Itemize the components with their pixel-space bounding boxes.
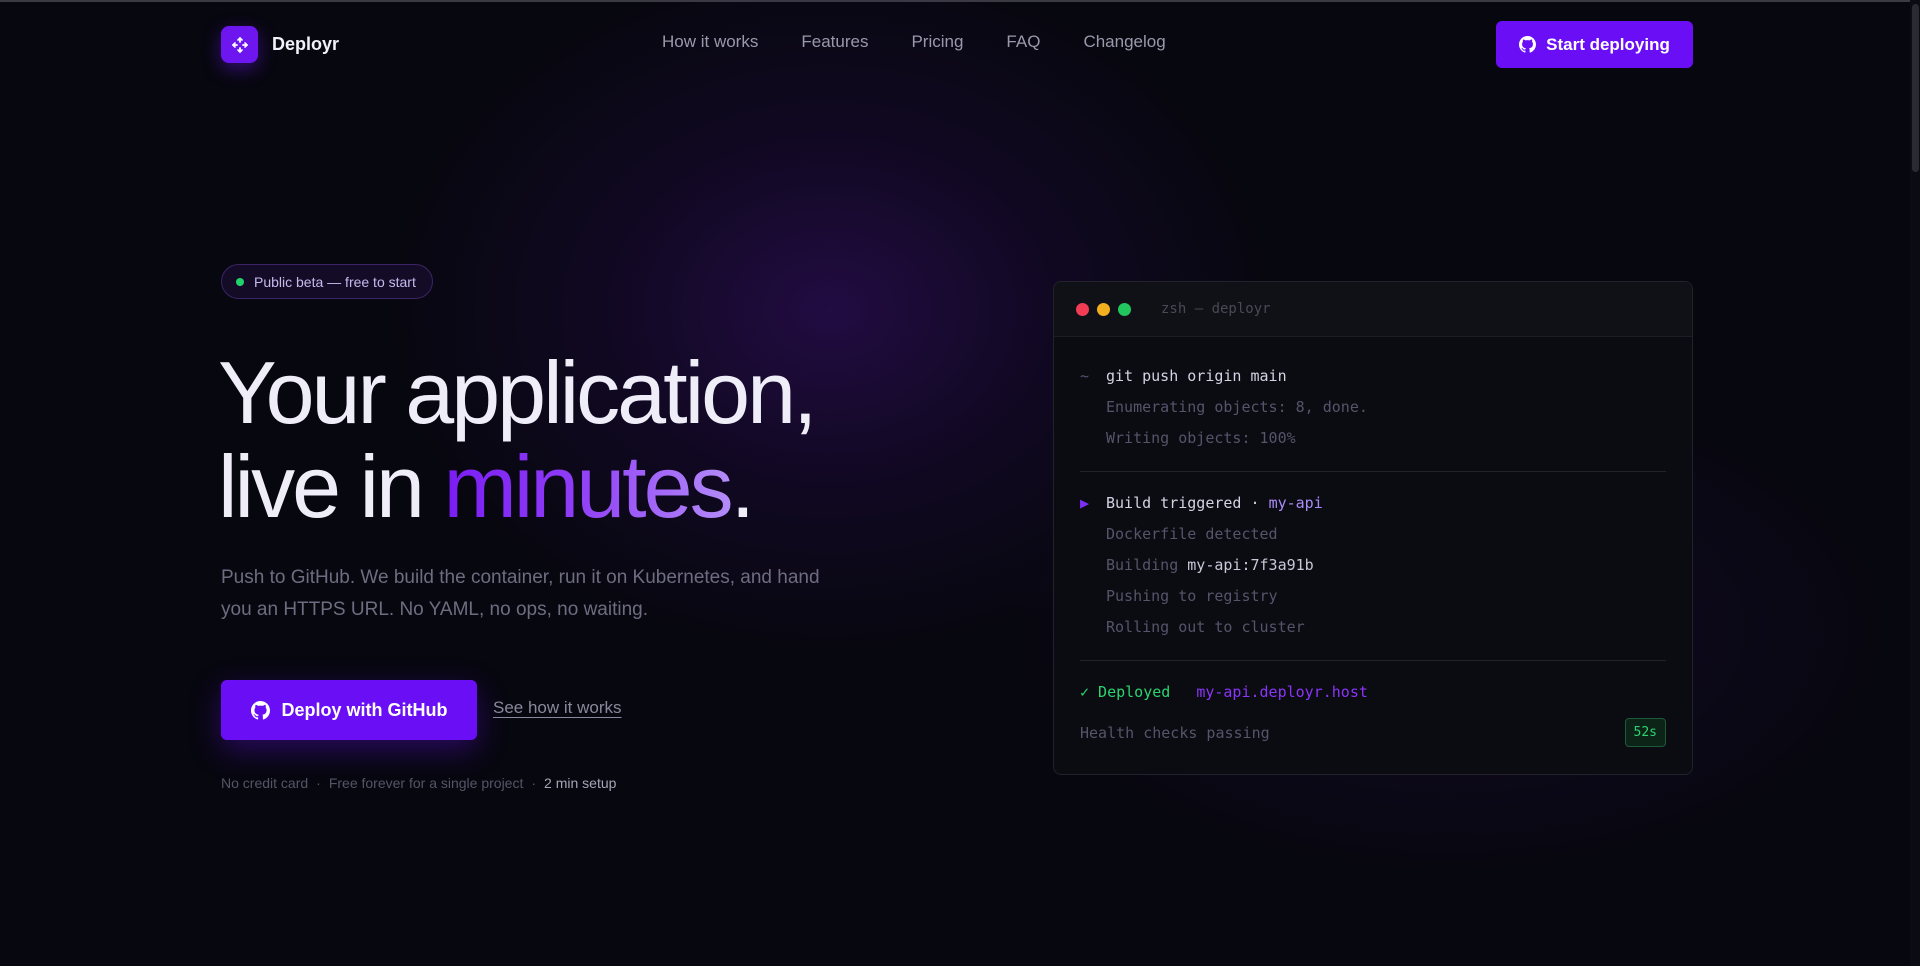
terminal-titlebar: zsh — deployr: [1054, 282, 1692, 337]
close-dot-icon: [1076, 302, 1089, 316]
deployed-status: ✓ Deployed: [1080, 683, 1171, 701]
nav-link-pricing[interactable]: Pricing: [911, 32, 963, 52]
terminal-divider: [1080, 660, 1666, 661]
building-image-tag: my-api:7f3a91b: [1187, 556, 1314, 574]
see-how-it-works-link[interactable]: See how it works: [493, 698, 622, 718]
build-triggered-line: ▶ Build triggered · my-api: [1080, 488, 1666, 519]
headline-line1: Your application,: [218, 343, 817, 442]
hero-headline: Your application, live in minutes.: [218, 343, 817, 536]
brand-name: Deployr: [272, 34, 340, 54]
deploy-duration-badge: 52s: [1624, 718, 1666, 747]
beta-badge: Public beta — free to start: [221, 264, 433, 299]
build-app-name: my-api: [1268, 494, 1323, 512]
build-step-rolling: Rolling out to cluster: [1106, 618, 1305, 636]
terminal-window: zsh — deployr ~ git push origin main Enum…: [1053, 281, 1693, 775]
start-deploying-label: Start deploying: [1546, 34, 1670, 54]
github-icon: [250, 700, 270, 720]
health-row: Health checks passing 52s: [1080, 718, 1666, 747]
headline-accent: minutes: [443, 437, 733, 536]
nav-link-how-it-works[interactable]: How it works: [662, 32, 758, 52]
maximize-dot-icon: [1118, 302, 1131, 316]
terminal-command: git push origin main: [1106, 367, 1287, 385]
deploy-with-github-button[interactable]: Deploy with GitHub: [221, 680, 477, 740]
fineprint-separator: ·: [316, 775, 321, 791]
deployed-url-link[interactable]: my-api.deployr.host: [1196, 683, 1368, 701]
fineprint-no-credit-card: No credit card: [221, 775, 309, 791]
nav-link-features[interactable]: Features: [801, 32, 868, 52]
headline-period: .: [730, 437, 756, 536]
nav-link-changelog[interactable]: Changelog: [1083, 32, 1165, 52]
beta-badge-text: Public beta — free to start: [254, 273, 416, 290]
github-icon: [1519, 36, 1537, 53]
headline-line2-prefix: live in: [218, 437, 444, 536]
minimize-dot-icon: [1097, 302, 1110, 316]
fineprint-setup-time: 2 min setup: [544, 775, 617, 791]
health-checks-text: Health checks passing: [1080, 723, 1270, 742]
brand-logo[interactable]: Deployr: [221, 26, 339, 63]
build-step-pushing: Pushing to registry: [1106, 587, 1278, 605]
scrollbar-thumb[interactable]: [1912, 4, 1919, 172]
terminal-body: ~ git push origin main Enumerating object…: [1054, 337, 1692, 771]
nav-link-faq[interactable]: FAQ: [1006, 32, 1040, 52]
build-step-dockerfile: Dockerfile detected: [1106, 525, 1278, 543]
site-header: Deployr How it works Features Pricing FA…: [0, 0, 1920, 88]
main-nav: How it works Features Pricing FAQ Change…: [662, 32, 1209, 52]
play-icon: ▶: [1080, 494, 1090, 512]
build-step-building: Building my-api:7f3a91b: [1080, 550, 1666, 581]
fineprint-free-forever: Free forever for a single project: [328, 775, 524, 791]
hero-subtext: Push to GitHub. We build the container, …: [221, 567, 820, 620]
fineprint-separator: ·: [531, 775, 537, 791]
push-output-line: Enumerating objects: 8, done.: [1106, 398, 1368, 416]
start-deploying-button[interactable]: Start deploying: [1496, 21, 1693, 68]
deploy-with-github-label: Deploy with GitHub: [281, 699, 448, 720]
page-scrollbar[interactable]: [1910, 0, 1920, 966]
terminal-title: zsh — deployr: [1161, 301, 1271, 317]
terminal-command-line: ~ git push origin main: [1080, 361, 1666, 392]
push-output-line: Writing objects: 100%: [1106, 429, 1296, 447]
build-triggered-label: Build triggered ·: [1106, 494, 1269, 512]
status-dot-icon: [236, 277, 244, 286]
deployed-line: ✓ Deployed my-api.deployr.host: [1080, 677, 1666, 708]
prompt-symbol: ~: [1080, 367, 1090, 385]
deployr-logo-icon: [221, 26, 258, 63]
building-prefix: Building: [1106, 556, 1188, 574]
hero-fineprint: No credit card · Free forever for a sing…: [221, 775, 616, 791]
terminal-divider: [1080, 471, 1666, 472]
